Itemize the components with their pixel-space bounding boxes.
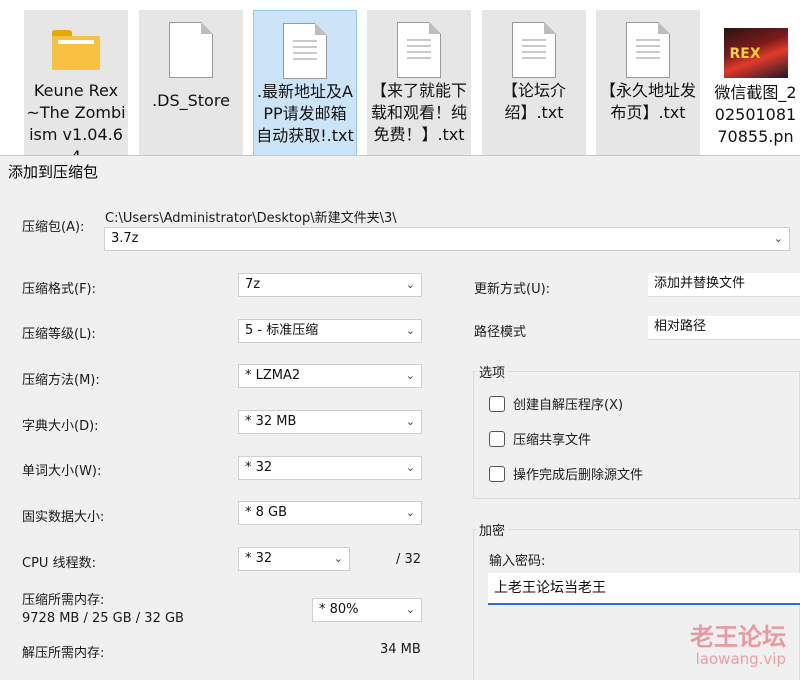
chevron-down-icon[interactable]: ⌄ (334, 548, 343, 570)
method-label: 压缩方法(M): (22, 373, 100, 388)
password-label: 输入密码: (489, 554, 546, 569)
file-item[interactable]: 【永久地址发布页】.txt (596, 10, 700, 160)
file-name: .DS_Store (152, 91, 230, 110)
memory-percent-value: * 80% (319, 602, 359, 617)
cpu-total: / 32 (396, 552, 422, 567)
folder-icon (52, 30, 100, 70)
path-mode-select[interactable]: 相对路径 (648, 316, 800, 340)
format-value: 7z (245, 277, 261, 292)
chevron-down-icon[interactable]: ⌄ (406, 274, 415, 296)
file-icon (397, 22, 441, 78)
word-select[interactable]: * 32 ⌄ (238, 456, 422, 480)
memory-label: 压缩所需内存: (22, 593, 105, 608)
chevron-down-icon[interactable]: ⌄ (406, 411, 415, 433)
path-mode-value: 相对路径 (654, 319, 707, 334)
word-label: 单词大小(W): (22, 464, 102, 479)
decompress-memory-label: 解压所需内存: (22, 646, 105, 661)
dict-select[interactable]: * 32 MB ⌄ (238, 410, 422, 434)
method-select[interactable]: * LZMA2 ⌄ (238, 364, 422, 388)
decompress-memory-value: 34 MB (380, 642, 421, 657)
level-select[interactable]: 5 - 标准压缩 ⌄ (238, 319, 422, 343)
checkbox-box[interactable] (489, 395, 505, 412)
file-name: 微信截图_20250108170855.png (714, 83, 797, 160)
watermark-url: laowang.vip (695, 650, 786, 668)
solid-select[interactable]: * 8 GB ⌄ (238, 501, 422, 525)
memory-value: 9728 MB / 25 GB / 32 GB (22, 611, 184, 626)
chevron-down-icon[interactable]: ⌄ (406, 320, 415, 342)
file-item-image[interactable]: REX 微信截图_20250108170855.png (711, 10, 800, 160)
file-item[interactable]: .DS_Store (139, 10, 243, 160)
update-mode-label: 更新方式(U): (474, 282, 551, 297)
level-value: 5 - 标准压缩 (245, 323, 319, 338)
cpu-value: * 32 (245, 551, 273, 566)
chevron-down-icon[interactable]: ⌄ (406, 365, 415, 387)
chevron-down-icon[interactable]: ⌄ (774, 228, 783, 250)
password-input[interactable]: 上老王论坛当老王 (488, 573, 800, 605)
archive-path: C:\Users\Administrator\Desktop\新建文件夹\3\ (105, 211, 397, 226)
dict-value: * 32 MB (245, 414, 297, 429)
dialog-title: 添加到压缩包 (8, 163, 99, 181)
file-name: 【永久地址发布页】.txt (599, 81, 696, 122)
cpu-label: CPU 线程数: (22, 556, 96, 571)
update-mode-select[interactable]: 添加并替换文件 (648, 273, 800, 297)
word-value: * 32 (245, 460, 273, 475)
file-icon (626, 22, 670, 78)
image-thumbnail: REX (723, 28, 788, 78)
options-title: 选项 (476, 362, 509, 381)
file-name: .最新地址及APP请发邮箱自动获取!.txt (256, 82, 354, 145)
file-icon (283, 23, 327, 79)
method-value: * LZMA2 (245, 368, 301, 383)
encryption-title: 加密 (476, 520, 509, 539)
file-name: 【来了就能下载和观看！纯免费！】.txt (370, 81, 467, 144)
delete-source-checkbox[interactable]: 操作完成后删除源文件 (489, 464, 643, 483)
path-mode-label: 路径模式 (474, 325, 527, 340)
add-to-archive-dialog: 添加到压缩包 压缩包(A): C:\Users\Administrator\De… (0, 155, 800, 680)
memory-percent-select[interactable]: * 80% ⌄ (312, 598, 422, 622)
file-name: 【论坛介绍】.txt (501, 81, 566, 122)
chevron-down-icon[interactable]: ⌄ (406, 457, 415, 479)
checkbox-box[interactable] (489, 430, 505, 447)
file-item-selected[interactable]: .最新地址及APP请发邮箱自动获取!.txt (253, 10, 357, 160)
shared-files-label: 压缩共享文件 (513, 433, 592, 448)
file-item-folder[interactable]: Keune Rex ~The Zombiism v1.04.64 (24, 10, 128, 160)
format-label: 压缩格式(F): (22, 282, 97, 297)
shared-files-checkbox[interactable]: 压缩共享文件 (489, 429, 591, 448)
dict-label: 字典大小(D): (22, 419, 99, 434)
file-item[interactable]: 【来了就能下载和观看！纯免费！】.txt (367, 10, 471, 160)
solid-label: 固实数据大小: (22, 510, 105, 525)
file-explorer: Keune Rex ~The Zombiism v1.04.64 .DS_Sto… (0, 0, 800, 160)
solid-value: * 8 GB (245, 505, 288, 520)
format-select[interactable]: 7z ⌄ (238, 273, 422, 297)
cpu-select[interactable]: * 32 ⌄ (238, 547, 350, 571)
level-label: 压缩等级(L): (22, 327, 96, 342)
chevron-down-icon[interactable]: ⌄ (406, 599, 415, 621)
sfx-label: 创建自解压程序(X) (513, 398, 624, 413)
archive-name-value: 3.7z (111, 231, 139, 246)
file-item[interactable]: 【论坛介绍】.txt (482, 10, 586, 160)
update-mode-value: 添加并替换文件 (654, 276, 746, 291)
file-icon (169, 22, 213, 78)
file-name: Keune Rex ~The Zombiism v1.04.64 (26, 81, 126, 160)
delete-source-label: 操作完成后删除源文件 (513, 468, 644, 483)
chevron-down-icon[interactable]: ⌄ (406, 502, 415, 524)
archive-label: 压缩包(A): (22, 220, 85, 235)
checkbox-box[interactable] (489, 465, 505, 482)
sfx-checkbox[interactable]: 创建自解压程序(X) (489, 394, 623, 413)
watermark-text: 老王论坛 (690, 623, 786, 651)
file-icon (512, 22, 556, 78)
archive-name-combo[interactable]: 3.7z ⌄ (104, 227, 790, 251)
